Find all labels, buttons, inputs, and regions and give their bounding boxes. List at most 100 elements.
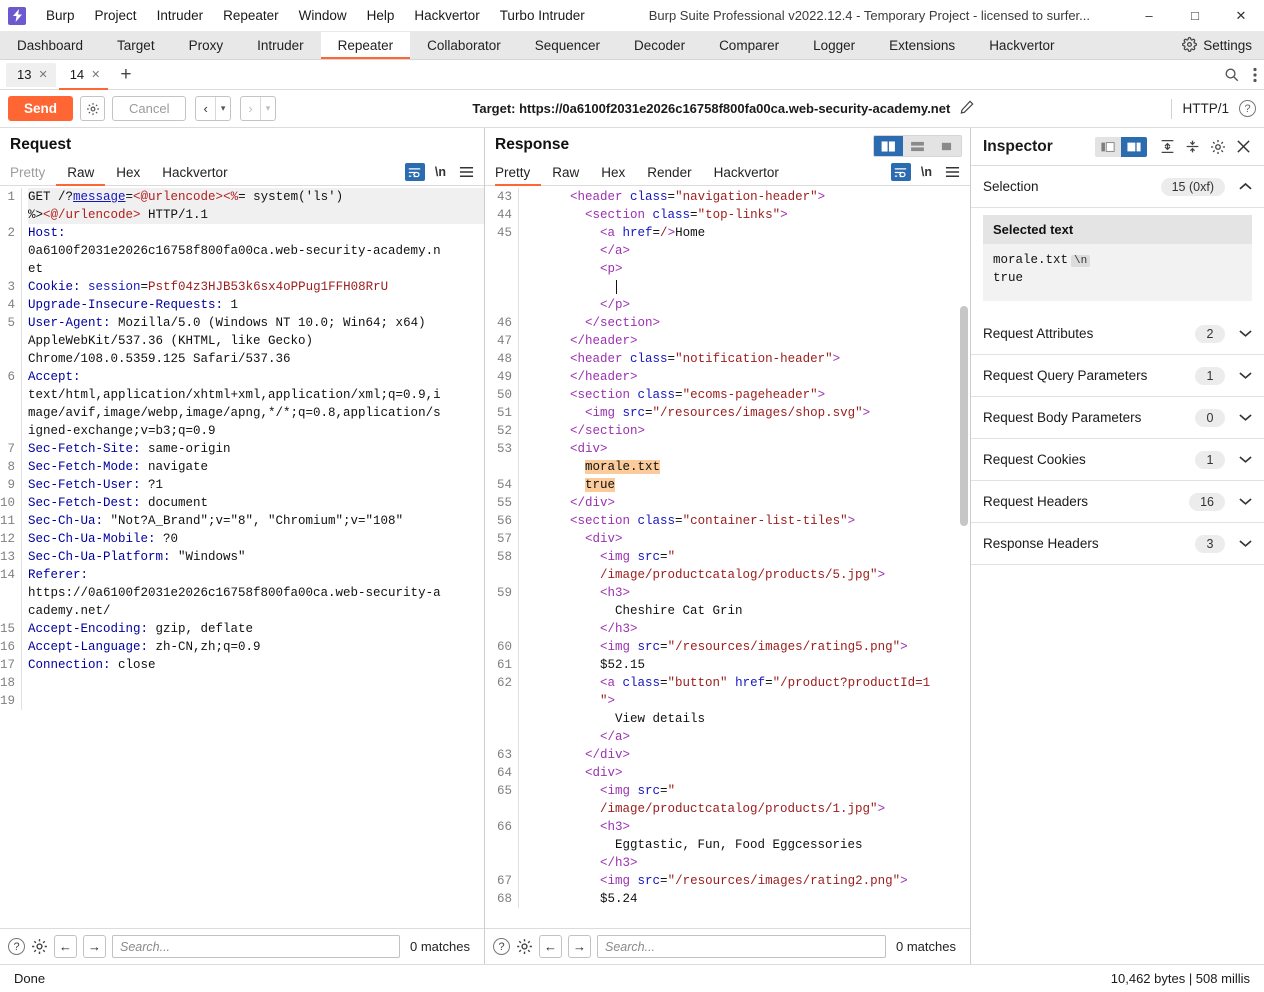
chevron-down-icon[interactable] [1239, 497, 1252, 506]
menu-repeater[interactable]: Repeater [213, 5, 289, 26]
request-tab-hex[interactable]: Hex [105, 159, 151, 186]
request-search-input[interactable] [112, 935, 401, 958]
send-button[interactable]: Send [8, 96, 74, 121]
tab-target[interactable]: Target [100, 32, 172, 59]
menu-intruder[interactable]: Intruder [147, 5, 214, 26]
search-next-button[interactable]: → [568, 935, 591, 958]
tab-intruder[interactable]: Intruder [240, 32, 321, 59]
response-code: 43 44 45 46 47 48 49 50 51 52 53 54 55 56 57 58 59 60 61 62… [485, 186, 970, 908]
back-button-group[interactable]: ‹ ▾ [195, 96, 232, 121]
response-tab-hex[interactable]: Hex [590, 159, 636, 186]
code-line: "> [525, 692, 970, 710]
forward-button[interactable]: › [241, 97, 259, 120]
search-settings-gear-icon[interactable] [516, 938, 533, 955]
inspector-section-response-headers[interactable]: Response Headers 3 [971, 523, 1264, 565]
layout-stacked-icon[interactable] [903, 136, 932, 156]
menu-help[interactable]: Help [357, 5, 405, 26]
menu-hackvertor[interactable]: Hackvertor [404, 5, 489, 26]
overflow-menu-icon[interactable] [1246, 67, 1264, 83]
request-menu-icon[interactable] [459, 166, 474, 178]
request-tab-hackvertor[interactable]: Hackvertor [151, 159, 238, 186]
menu-project[interactable]: Project [85, 5, 147, 26]
inspector-dock-right-icon[interactable] [1121, 136, 1147, 157]
code-line: Accept-Encoding: gzip, deflate [28, 620, 484, 638]
forward-dropdown-caret-icon[interactable]: ▾ [259, 97, 276, 120]
request-tab-raw[interactable]: Raw [56, 159, 106, 186]
inspector-section-request-query-parameters[interactable]: Request Query Parameters 1 [971, 355, 1264, 397]
help-icon[interactable]: ? [1239, 100, 1256, 117]
forward-button-group[interactable]: › ▾ [240, 96, 277, 121]
tab-extensions[interactable]: Extensions [872, 32, 972, 59]
layout-tabbed-icon[interactable] [932, 136, 961, 156]
search-prev-button[interactable]: ← [54, 935, 77, 958]
inspector-section-request-body-parameters[interactable]: Request Body Parameters 0 [971, 397, 1264, 439]
tab-dashboard[interactable]: Dashboard [0, 32, 100, 59]
tab-collaborator[interactable]: Collaborator [410, 32, 518, 59]
tab-comparer[interactable]: Comparer [702, 32, 796, 59]
tab-decoder[interactable]: Decoder [617, 32, 702, 59]
response-tab-pretty[interactable]: Pretty [495, 159, 542, 186]
maximize-button[interactable]: □ [1172, 0, 1218, 32]
word-wrap-icon[interactable] [890, 163, 911, 181]
chevron-down-icon[interactable] [1239, 371, 1252, 380]
response-editor[interactable]: 43 44 45 46 47 48 49 50 51 52 53 54 55 56 57 58 59 60 61 62… [485, 186, 970, 928]
send-options-gear-icon[interactable] [80, 96, 106, 121]
tab-proxy[interactable]: Proxy [172, 32, 241, 59]
response-tab-render[interactable]: Render [636, 159, 702, 186]
menu-turbo-intruder[interactable]: Turbo Intruder [490, 5, 595, 26]
request-tab-pretty[interactable]: Pretty [10, 159, 56, 186]
new-repeater-tab-button[interactable]: + [111, 65, 140, 84]
http-version-label[interactable]: HTTP/1 [1172, 101, 1239, 116]
tab-sequencer[interactable]: Sequencer [518, 32, 617, 59]
chevron-down-icon[interactable] [1239, 329, 1252, 338]
inspector-selection-section[interactable]: Selection 15 (0xf) [971, 166, 1264, 208]
repeater-tab-14[interactable]: 14 ✕ [58, 62, 109, 90]
inspector-settings-gear-icon[interactable] [1205, 139, 1231, 155]
menu-burp[interactable]: Burp [36, 5, 85, 26]
code-token: <div> [525, 442, 608, 456]
inspector-close-icon[interactable] [1231, 139, 1256, 154]
search-help-icon[interactable]: ? [8, 938, 25, 955]
close-icon[interactable]: ✕ [91, 68, 100, 81]
search-settings-gear-icon[interactable] [31, 938, 48, 955]
settings-button[interactable]: Settings [1174, 32, 1264, 59]
chevron-down-icon[interactable] [1239, 539, 1252, 548]
request-editor[interactable]: 1 2 3 4 5 6 7 8 9 10 11 12 13 14 15 16 17 18 19 GET /?mess… [0, 186, 484, 928]
show-newlines-icon[interactable]: \n [435, 165, 446, 179]
search-next-button[interactable]: → [83, 935, 106, 958]
word-wrap-icon[interactable] [404, 163, 425, 181]
line-number: 1 [7, 190, 15, 204]
layout-side-by-side-icon[interactable] [874, 136, 903, 156]
expand-all-icon[interactable] [1155, 139, 1180, 154]
response-search-input[interactable] [597, 935, 887, 958]
chevron-down-icon[interactable] [1239, 413, 1252, 422]
chevron-down-icon[interactable] [1239, 455, 1252, 464]
menu-window[interactable]: Window [289, 5, 357, 26]
response-scrollbar[interactable] [960, 306, 968, 526]
repeater-tab-13[interactable]: 13 ✕ [6, 62, 56, 87]
inspector-section-request-attributes[interactable]: Request Attributes 2 [971, 313, 1264, 355]
response-tab-hackvertor[interactable]: Hackvertor [703, 159, 790, 186]
close-icon[interactable]: ✕ [38, 68, 47, 81]
tab-logger[interactable]: Logger [796, 32, 872, 59]
response-tab-raw[interactable]: Raw [541, 159, 590, 186]
back-button[interactable]: ‹ [196, 97, 214, 120]
edit-pencil-icon[interactable] [959, 99, 975, 118]
search-help-icon[interactable]: ? [493, 938, 510, 955]
line-number: 57 [496, 532, 512, 546]
back-dropdown-caret-icon[interactable]: ▾ [214, 97, 231, 120]
tab-repeater[interactable]: Repeater [320, 32, 411, 59]
search-prev-button[interactable]: ← [539, 935, 562, 958]
tab-hackvertor[interactable]: Hackvertor [972, 32, 1071, 59]
search-icon[interactable] [1217, 67, 1246, 82]
chevron-up-icon[interactable] [1239, 182, 1252, 191]
response-menu-icon[interactable] [945, 166, 960, 178]
cancel-button[interactable]: Cancel [112, 96, 187, 121]
show-newlines-icon[interactable]: \n [921, 165, 932, 179]
inspector-section-request-cookies[interactable]: Request Cookies 1 [971, 439, 1264, 481]
collapse-all-icon[interactable] [1180, 139, 1205, 154]
inspector-section-request-headers[interactable]: Request Headers 16 [971, 481, 1264, 523]
minimize-button[interactable]: – [1126, 0, 1172, 32]
close-button[interactable]: ✕ [1218, 0, 1264, 32]
inspector-dock-left-icon[interactable] [1095, 136, 1121, 157]
